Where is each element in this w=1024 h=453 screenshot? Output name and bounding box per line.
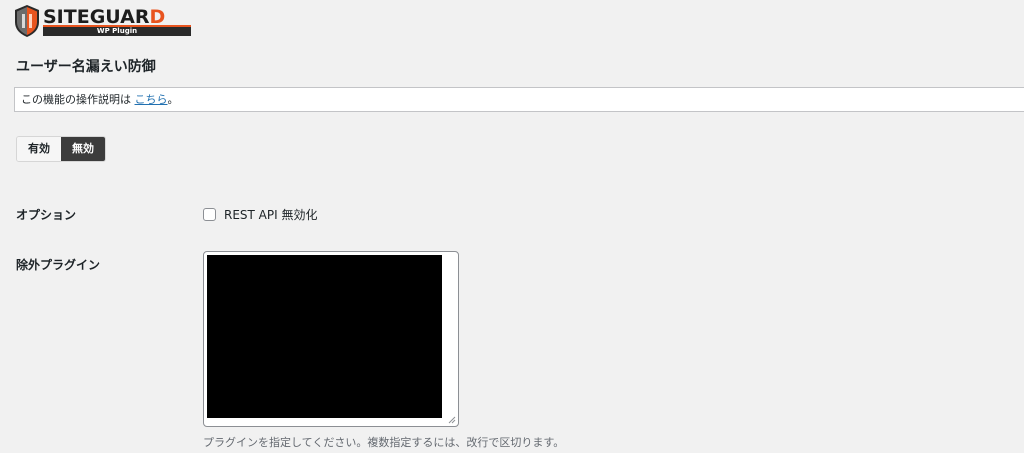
- rest-api-label: REST API 無効化: [224, 208, 318, 222]
- help-link[interactable]: こちら: [135, 93, 168, 106]
- notice-text: この機能の操作説明は: [21, 93, 135, 106]
- siteguard-logo: SITEGUARD WP Plugin: [14, 4, 191, 40]
- exclude-plugins-textarea[interactable]: [203, 251, 459, 427]
- logo-wordmark: SITEGUARD: [43, 6, 166, 28]
- toggle-enable-button[interactable]: 有効: [17, 137, 61, 161]
- options-label: オプション: [16, 208, 77, 222]
- shield-logo-icon: [15, 5, 39, 37]
- help-notice: この機能の操作説明は こちら。: [14, 87, 1024, 112]
- enable-toggle: 有効 無効: [16, 136, 106, 162]
- resize-handle-icon[interactable]: [448, 416, 456, 424]
- notice-suffix: 。: [167, 93, 179, 106]
- toggle-disable-button[interactable]: 無効: [61, 137, 105, 161]
- page-title: ユーザー名漏えい防御: [16, 59, 156, 75]
- rest-api-checkbox[interactable]: [203, 208, 216, 221]
- logo-tagline: WP Plugin: [43, 27, 191, 36]
- redacted-content: [207, 255, 442, 418]
- exclude-plugins-label: 除外プラグイン: [16, 258, 101, 272]
- exclude-plugins-hint: プラグインを指定してください。複数指定するには、改行で区切ります。: [203, 436, 565, 449]
- rest-api-option: REST API 無効化: [203, 206, 317, 223]
